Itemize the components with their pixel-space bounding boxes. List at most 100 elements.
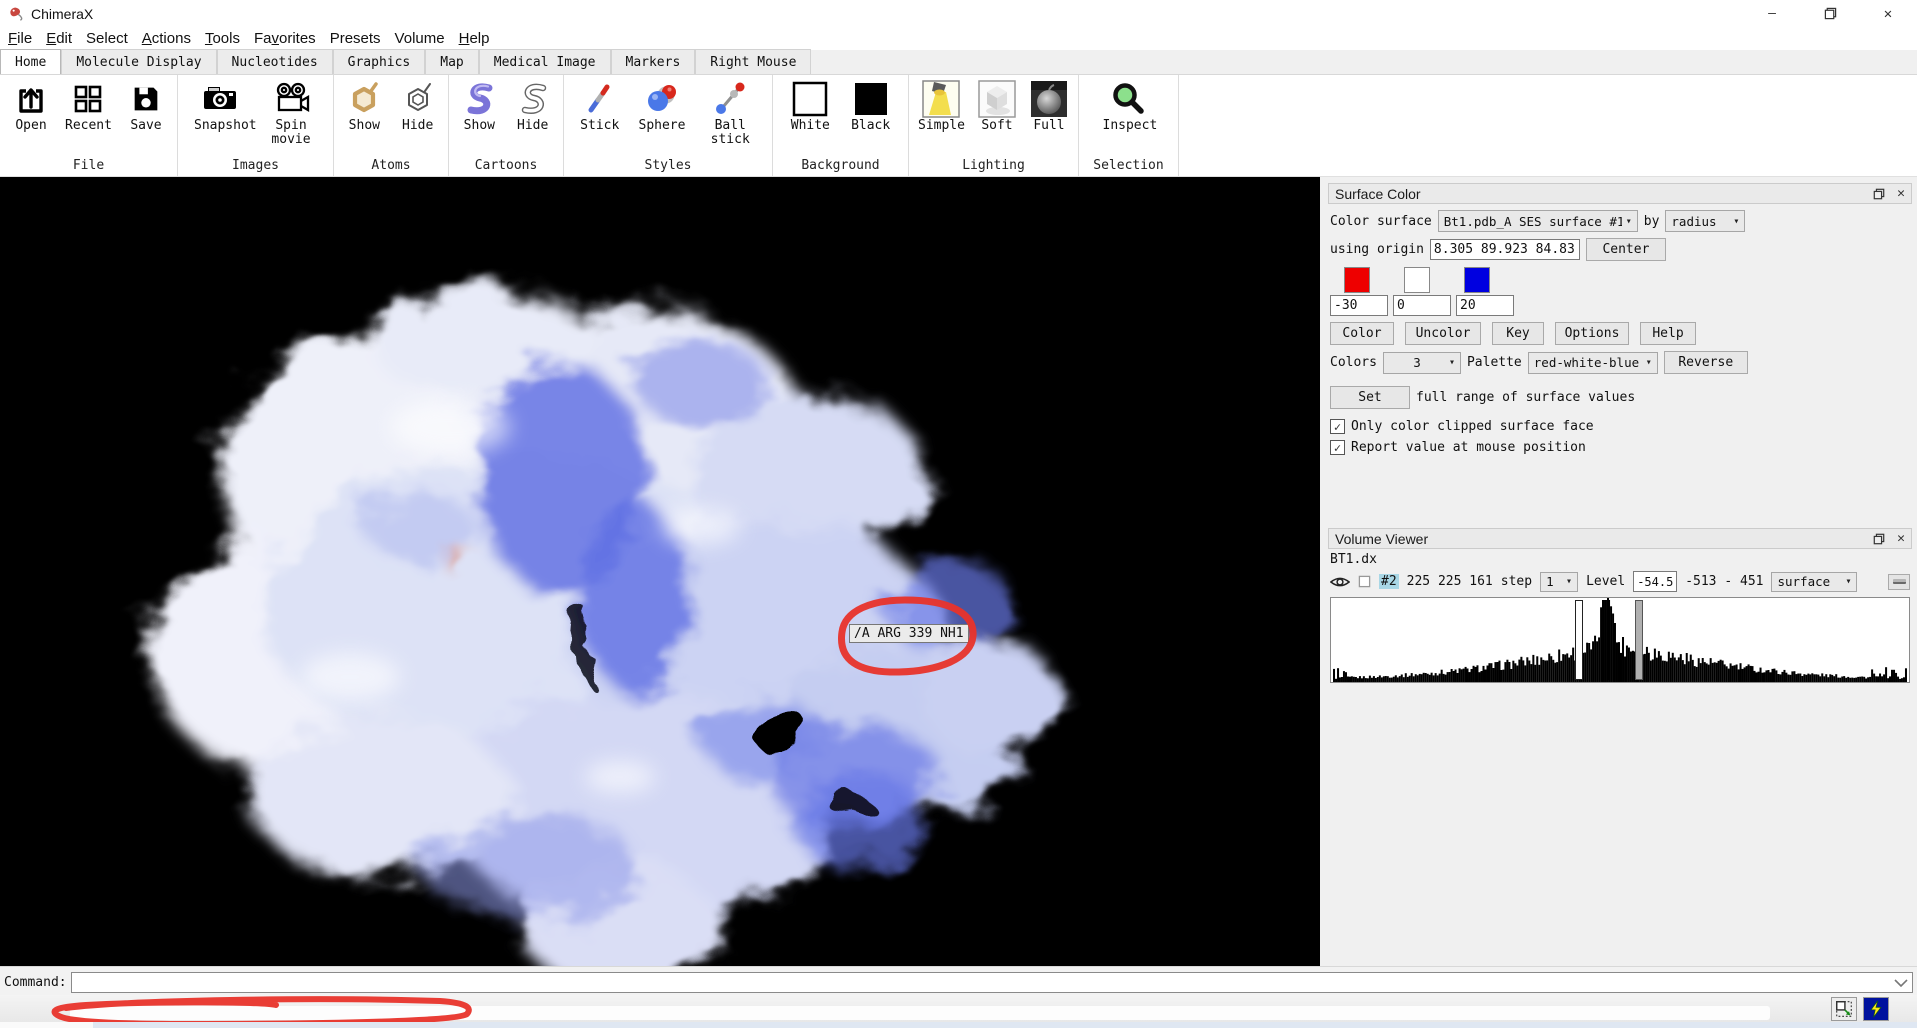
simple-lighting-button[interactable]: Simple <box>915 78 968 134</box>
snapshot-button[interactable]: Snapshot <box>191 78 249 134</box>
level-line-marker[interactable] <box>1607 598 1609 680</box>
status-bar <box>0 995 1917 1022</box>
clipped-face-checkbox[interactable]: ✓ <box>1330 419 1345 434</box>
menu-volume[interactable]: Volume <box>388 30 452 47</box>
open-icon <box>11 79 51 119</box>
surface-select[interactable]: Bt1.pdb_A SES surface #1.1 ▾ <box>1438 210 1638 232</box>
surface-color-header[interactable]: Surface Color ✕ <box>1328 183 1912 204</box>
spin-movie-button[interactable]: Spin movie <box>262 78 320 148</box>
chevron-down-icon: ▾ <box>1845 576 1851 587</box>
collapse-panel-button[interactable] <box>1888 574 1910 590</box>
input-value: 8.305 89.923 84.83 <box>1434 242 1575 257</box>
full-lighting-button[interactable]: Full <box>1026 78 1072 134</box>
float-panel-icon[interactable] <box>1873 533 1885 545</box>
cartoons-show-button[interactable]: Show <box>456 78 502 134</box>
threshold-input-3[interactable]: 20 <box>1456 295 1514 316</box>
save-button[interactable]: Save <box>123 78 169 134</box>
plane-icon[interactable] <box>1358 575 1371 588</box>
eye-icon[interactable] <box>1330 575 1350 589</box>
select-rectangle-button[interactable] <box>1831 997 1857 1021</box>
title-bar: ChimeraX — ✕ <box>0 0 1917 27</box>
tab-medical-image[interactable]: Medical Image <box>479 49 611 74</box>
restore-button[interactable] <box>1801 0 1859 27</box>
volume-histogram[interactable] <box>1330 597 1910 683</box>
open-button[interactable]: Open <box>8 78 54 134</box>
cartoons-hide-button[interactable]: Hide <box>510 78 556 134</box>
step-select[interactable]: 1 ▾ <box>1540 572 1578 592</box>
float-panel-icon[interactable] <box>1873 188 1885 200</box>
tab-markers[interactable]: Markers <box>611 49 696 74</box>
command-history-chevron-icon[interactable] <box>1894 978 1908 987</box>
minimize-button[interactable]: — <box>1743 0 1801 27</box>
color-button[interactable]: Color <box>1330 322 1394 345</box>
key-button[interactable]: Key <box>1492 322 1544 345</box>
threshold-input-2[interactable]: 0 <box>1393 295 1451 316</box>
tab-molecule-display[interactable]: Molecule Display <box>61 49 216 74</box>
threshold-input-1[interactable]: -30 <box>1330 295 1388 316</box>
red-color-swatch[interactable] <box>1344 267 1370 293</box>
toolbar-button-label: Spin movie <box>265 119 317 147</box>
blue-color-swatch[interactable] <box>1464 267 1490 293</box>
palette-select[interactable]: red-white-blue ▾ <box>1528 352 1658 374</box>
white-color-swatch[interactable] <box>1404 267 1430 293</box>
bottom-strip <box>0 1022 1917 1028</box>
toolbar-section-cartoons: Show Hide Cartoons <box>449 75 564 176</box>
tab-home[interactable]: Home <box>0 49 61 74</box>
set-button[interactable]: Set <box>1330 386 1410 409</box>
volume-file-name: BT1.dx <box>1330 552 1377 567</box>
center-button[interactable]: Center <box>1586 238 1666 261</box>
close-panel-icon[interactable]: ✕ <box>1897 531 1905 546</box>
tab-nucleotides[interactable]: Nucleotides <box>217 49 333 74</box>
model-id-badge[interactable]: #2 <box>1379 574 1399 589</box>
threshold-marker-white[interactable] <box>1575 600 1583 680</box>
origin-input[interactable]: 8.305 89.923 84.83 <box>1430 239 1580 260</box>
soft-lighting-button[interactable]: Soft <box>974 78 1020 134</box>
atoms-show-button[interactable]: Show <box>341 78 387 134</box>
fast-mode-button[interactable] <box>1863 997 1889 1021</box>
stick-style-button[interactable]: Stick <box>577 78 623 134</box>
simple-lighting-icon <box>921 79 961 119</box>
menu-tools[interactable]: Tools <box>198 30 247 47</box>
button-label: Color <box>1342 326 1381 341</box>
menu-edit[interactable]: Edit <box>39 30 79 47</box>
combo-value: red-white-blue <box>1534 355 1639 370</box>
histogram-bars <box>1331 598 1909 682</box>
tab-map[interactable]: Map <box>425 49 478 74</box>
close-button[interactable]: ✕ <box>1859 0 1917 27</box>
menu-select[interactable]: Select <box>79 30 135 47</box>
ball-stick-style-button[interactable]: Ball stick <box>701 78 759 148</box>
command-input[interactable] <box>71 972 1913 993</box>
toolbar-button-label: Snapshot <box>194 119 246 133</box>
inspect-button[interactable]: Inspect <box>1100 78 1158 134</box>
chimerax-logo-icon <box>8 5 25 22</box>
close-panel-icon[interactable]: ✕ <box>1897 186 1905 201</box>
volume-viewer-header[interactable]: Volume Viewer ✕ <box>1328 528 1912 549</box>
level-input[interactable]: -54.5 <box>1633 571 1677 592</box>
tab-graphics[interactable]: Graphics <box>333 49 426 74</box>
colors-count-select[interactable]: 3 ▾ <box>1383 352 1461 374</box>
recent-button[interactable]: Recent <box>62 78 115 134</box>
menu-favorites[interactable]: Favorites <box>247 30 323 47</box>
white-background-button[interactable]: White <box>787 78 833 134</box>
display-style-select[interactable]: surface ▾ <box>1771 572 1857 592</box>
black-background-button[interactable]: Black <box>848 78 894 134</box>
options-button[interactable]: Options <box>1555 322 1629 345</box>
menu-actions[interactable]: Actions <box>135 30 198 47</box>
tab-right-mouse[interactable]: Right Mouse <box>695 49 811 74</box>
uncolor-button[interactable]: Uncolor <box>1405 322 1481 345</box>
close-icon: ✕ <box>1884 6 1892 22</box>
menu-presets[interactable]: Presets <box>323 30 388 47</box>
report-value-checkbox[interactable]: ✓ <box>1330 440 1345 455</box>
menu-label-part: v <box>272 30 280 47</box>
threshold-marker-gray[interactable] <box>1635 600 1643 680</box>
help-button[interactable]: Help <box>1640 322 1696 345</box>
menu-help[interactable]: Help <box>452 30 497 47</box>
atoms-hide-button[interactable]: Hide <box>395 78 441 134</box>
viewport-3d[interactable]: /A ARG 339 NH1 <box>0 177 1320 966</box>
reverse-button[interactable]: Reverse <box>1664 351 1748 374</box>
sphere-style-button[interactable]: Sphere <box>636 78 689 134</box>
by-select[interactable]: radius ▾ <box>1665 210 1745 232</box>
button-label: Key <box>1506 326 1529 341</box>
menu-file[interactable]: File <box>0 30 39 47</box>
soft-lighting-icon <box>977 79 1017 119</box>
